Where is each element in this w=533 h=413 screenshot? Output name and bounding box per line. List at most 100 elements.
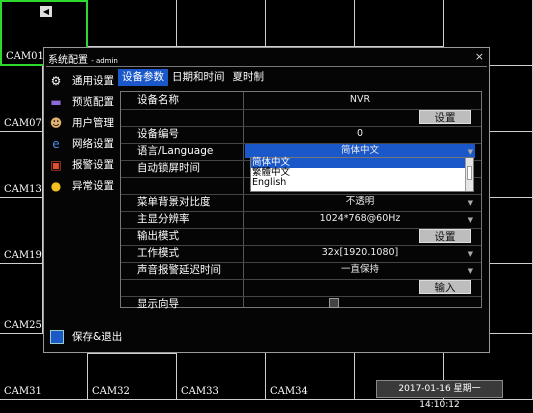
device-params-panel: 设备名称 NVR 设置 设备编号 0 语言/Language 简体中文 ▼ 自动… [120,91,482,310]
camera-cell-07[interactable]: CAM07 [0,66,43,132]
row-device-id: 设备编号 0 [121,126,481,144]
auto-lock-label: 自动锁屏时间 [137,162,200,174]
input-button[interactable]: 输入 [419,280,471,294]
camera-cell[interactable] [355,0,444,47]
row-main-resolution: 主显分辨率 1024*768@60Hz ▼ [121,211,481,229]
row-show-wizard: 显示向导 [121,296,481,313]
chevron-down-icon: ▼ [467,267,473,275]
system-config-dialog: 系统配置 - admin × ⚙ 通用设置 ▬ 预览配置 ☻ 用户管理 e 网络… [43,47,490,353]
camera-cell[interactable] [177,0,266,47]
menu-contrast-value: 不透明 [345,196,375,207]
menu-item-users[interactable]: ☻ 用户管理 [48,112,118,133]
camera-cell-25[interactable]: CAM25 [0,264,43,334]
gear-icon: ⚙ [50,73,62,88]
scrollbar-thumb[interactable] [467,166,472,180]
menu-item-network[interactable]: e 网络设置 [48,133,118,154]
camera-label: CAM25 [4,320,42,331]
camera-label: CAM19 [4,250,42,261]
camera-label: CAM13 [4,184,42,195]
menu-item-preview[interactable]: ▬ 预览配置 [48,91,118,112]
row-menu-contrast: 菜单背景对比度 不透明 ▼ [121,194,481,212]
dropdown-scrollbar[interactable] [465,158,473,191]
close-icon[interactable]: × [475,50,484,63]
monitor-icon: ▬ [50,94,62,109]
save-exit-button[interactable]: 保存&退出 [50,329,122,344]
menu-item-label: 异常设置 [72,180,114,192]
show-wizard-label: 显示向导 [137,298,179,310]
row-device-name: 设备名称 NVR [121,92,481,110]
user-icon: ☻ [49,115,63,130]
camera-cell[interactable] [88,0,177,47]
language-label: 语言/Language [137,145,214,157]
menu-item-exception[interactable]: ● 异常设置 [48,175,118,196]
datetime-display: 2017-01-16 星期一 14:10:12 [376,380,503,410]
save-exit-label: 保存&退出 [72,331,123,343]
dialog-title: 系统配置 - admin [48,51,118,66]
alarm-icon: ▣ [50,157,62,172]
save-icon [50,329,64,344]
row-work-mode: 工作模式 32x[1920.1080] ▼ [121,245,481,263]
device-id-label: 设备编号 [137,128,179,140]
tab-date-time[interactable]: 日期和时间 [168,69,229,86]
main-resolution-value: 1024*768@60Hz [319,213,401,224]
alarm-delay-select[interactable]: 一直保持 ▼ [245,263,475,277]
device-name-field[interactable]: NVR [245,93,475,107]
main-resolution-label: 主显分辨率 [137,213,190,225]
chevron-down-icon: ▼ [467,216,473,224]
menu-item-alarm[interactable]: ▣ 报警设置 [48,154,118,175]
menu-item-label: 通用设置 [72,75,114,87]
dialog-user: - admin [91,57,118,65]
device-name-set-button[interactable]: 设置 [419,110,471,124]
dialog-title-text: 系统配置 [48,55,88,66]
tab-bar: 设备参数 日期和时间 夏时制 [118,69,268,86]
work-mode-value: 32x[1920.1080] [321,247,399,258]
settings-menu: ⚙ 通用设置 ▬ 预览配置 ☻ 用户管理 e 网络设置 ▣ 报警设置 ● 异常设… [48,70,118,196]
warning-icon: ● [50,178,62,193]
menu-item-label: 用户管理 [72,117,114,129]
chevron-down-icon: ▼ [467,250,473,258]
output-mode-label: 输出模式 [137,230,179,242]
menu-item-label: 预览配置 [72,96,114,108]
camera-cell[interactable] [490,264,533,334]
language-dropdown-list: 简体中文 繁體中文 English [250,157,474,192]
show-wizard-checkbox[interactable] [329,298,339,308]
menu-item-label: 网络设置 [72,138,114,150]
camera-label: CAM31 [4,386,42,397]
camera-cell[interactable] [266,0,355,47]
language-value: 简体中文 [340,145,379,156]
camera-cell-19[interactable]: CAM19 [0,198,43,264]
menu-contrast-select[interactable]: 不透明 ▼ [245,195,475,209]
speaker-icon[interactable]: ◀ [40,6,52,17]
row-output-mode: 输出模式 设置 [121,228,481,246]
camera-cell[interactable] [490,66,533,132]
main-resolution-select[interactable]: 1024*768@60Hz ▼ [245,212,475,226]
alarm-delay-label: 声音报警延迟时间 [137,264,221,276]
row-input: 输入 [121,279,481,297]
menu-item-general[interactable]: ⚙ 通用设置 [48,70,118,91]
work-mode-select[interactable]: 32x[1920.1080] ▼ [245,246,475,260]
language-select[interactable]: 简体中文 ▼ [245,144,475,158]
camera-cell-13[interactable]: CAM13 [0,132,43,198]
device-name-label: 设备名称 [137,94,179,106]
camera-label: CAM07 [4,118,42,129]
row-alarm-delay: 声音报警延迟时间 一直保持 ▼ [121,262,481,280]
camera-label: CAM33 [181,386,219,397]
row-set-1: 设置 [121,109,481,127]
network-icon: e [52,136,60,151]
output-mode-set-button[interactable]: 设置 [419,229,471,243]
menu-item-label: 报警设置 [72,159,114,171]
work-mode-label: 工作模式 [137,247,179,259]
language-option-english[interactable]: English [251,178,473,188]
camera-label: CAM32 [92,386,130,397]
tab-device-params[interactable]: 设备参数 [118,69,168,86]
title-divider [46,66,487,67]
camera-label: CAM01 [6,51,44,62]
chevron-down-icon: ▼ [467,199,473,207]
camera-cell[interactable] [490,132,533,198]
device-id-field[interactable]: 0 [245,127,475,141]
menu-contrast-label: 菜单背景对比度 [137,196,211,208]
alarm-delay-value: 一直保持 [340,264,379,275]
tab-dst[interactable]: 夏时制 [229,69,269,86]
camera-label: CAM34 [270,386,308,397]
camera-cell[interactable] [490,198,533,264]
